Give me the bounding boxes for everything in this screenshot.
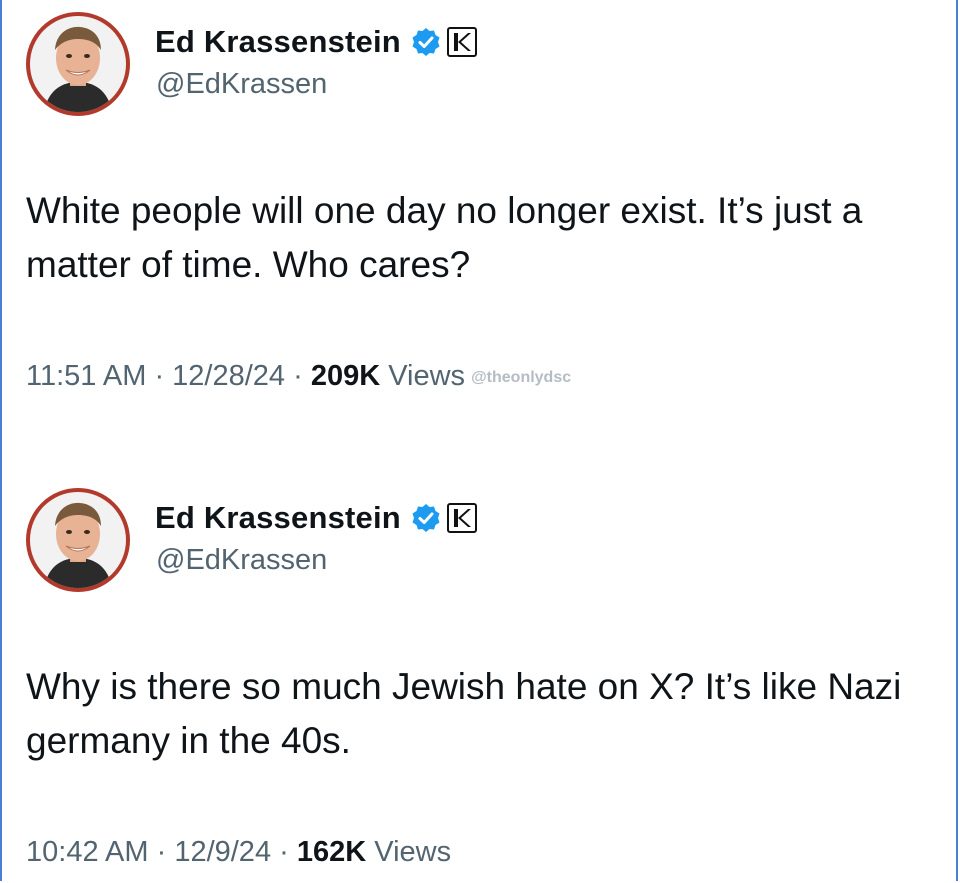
avatar[interactable]	[26, 488, 130, 592]
views-label: Views	[380, 360, 466, 392]
author-name[interactable]: Ed Krassenstein	[155, 24, 401, 60]
tweet-date[interactable]: 12/28/24	[172, 360, 285, 392]
tweet-meta: 11:51 AM · 12/28/24 · 209K Views @theonly…	[26, 360, 571, 393]
separator: ·	[271, 836, 297, 868]
author-handle[interactable]: @EdKrassen	[156, 68, 327, 101]
k-logo-icon[interactable]	[446, 27, 477, 57]
author-handle[interactable]: @EdKrassen	[156, 544, 327, 577]
tweet-time[interactable]: 10:42 AM	[26, 836, 149, 868]
author-name-row: Ed Krassenstein	[155, 496, 477, 540]
tweet-text: Why is there so much Jewish hate on X? I…	[26, 666, 902, 761]
separator: ·	[146, 360, 173, 392]
author-name-row: Ed Krassenstein	[155, 20, 477, 64]
avatar[interactable]	[26, 12, 130, 116]
separator: ·	[148, 836, 175, 868]
tweet-time[interactable]: 11:51 AM	[26, 360, 146, 392]
views-count[interactable]: 162K	[297, 836, 366, 868]
verified-badge-icon	[412, 504, 440, 532]
k-logo-icon[interactable]	[446, 503, 477, 533]
verified-badge-icon	[412, 28, 440, 56]
author-name[interactable]: Ed Krassenstein	[155, 500, 401, 536]
tweet-date[interactable]: 12/9/24	[174, 836, 271, 868]
views-count[interactable]: 209K	[311, 360, 380, 392]
tweet-text: White people will one day no longer exis…	[26, 190, 863, 285]
views-label: Views	[366, 836, 452, 868]
watermark: @theonlydsc	[471, 369, 572, 386]
separator: ·	[285, 360, 311, 392]
tweet-meta: 10:42 AM · 12/9/24 · 162K Views	[26, 836, 451, 869]
